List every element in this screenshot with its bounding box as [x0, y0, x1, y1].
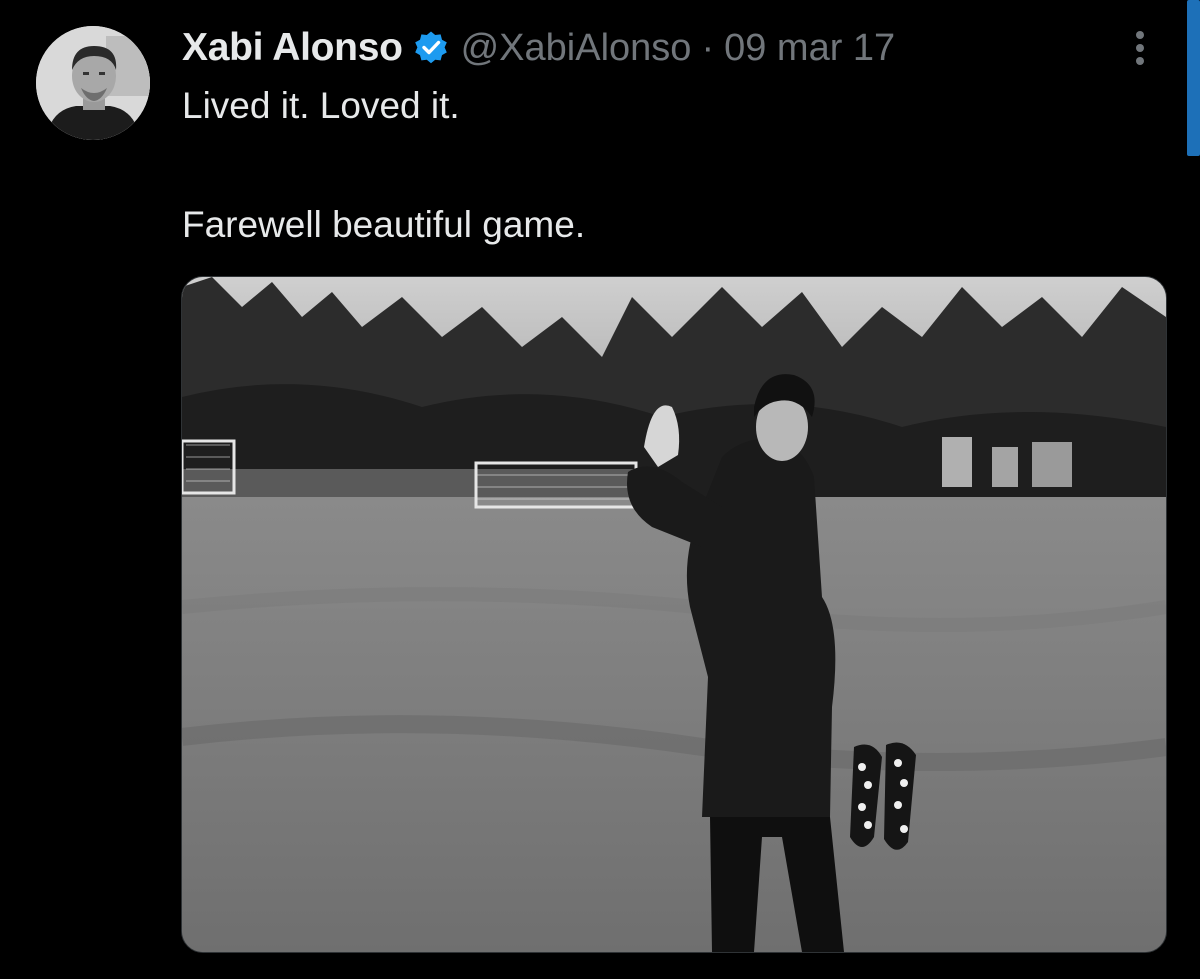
tweet[interactable]: Xabi Alonso @XabiAlonso · 09 mar 17 Live…	[0, 0, 1200, 979]
tweet-media-photo[interactable]	[181, 276, 1167, 953]
tweet-text-line: Lived it. Loved it.	[182, 85, 460, 126]
tweet-date[interactable]: 09 mar 17	[724, 27, 895, 70]
tweet-header: Xabi Alonso @XabiAlonso · 09 mar 17	[182, 22, 895, 74]
author-handle[interactable]: @XabiAlonso	[461, 27, 692, 70]
tweet-text-line: Farewell beautiful game.	[182, 204, 586, 245]
more-options-icon	[1136, 31, 1144, 65]
tweet-text: Lived it. Loved it. Farewell beautiful g…	[182, 82, 1142, 249]
avatar-image	[36, 26, 150, 140]
photo-image	[182, 277, 1166, 952]
header-separator: ·	[701, 26, 715, 69]
author-display-name[interactable]: Xabi Alonso	[182, 26, 403, 70]
scrollbar[interactable]	[1187, 0, 1200, 156]
verified-badge-icon[interactable]	[413, 30, 449, 66]
more-options-button[interactable]	[1118, 24, 1162, 72]
avatar[interactable]	[36, 26, 150, 140]
